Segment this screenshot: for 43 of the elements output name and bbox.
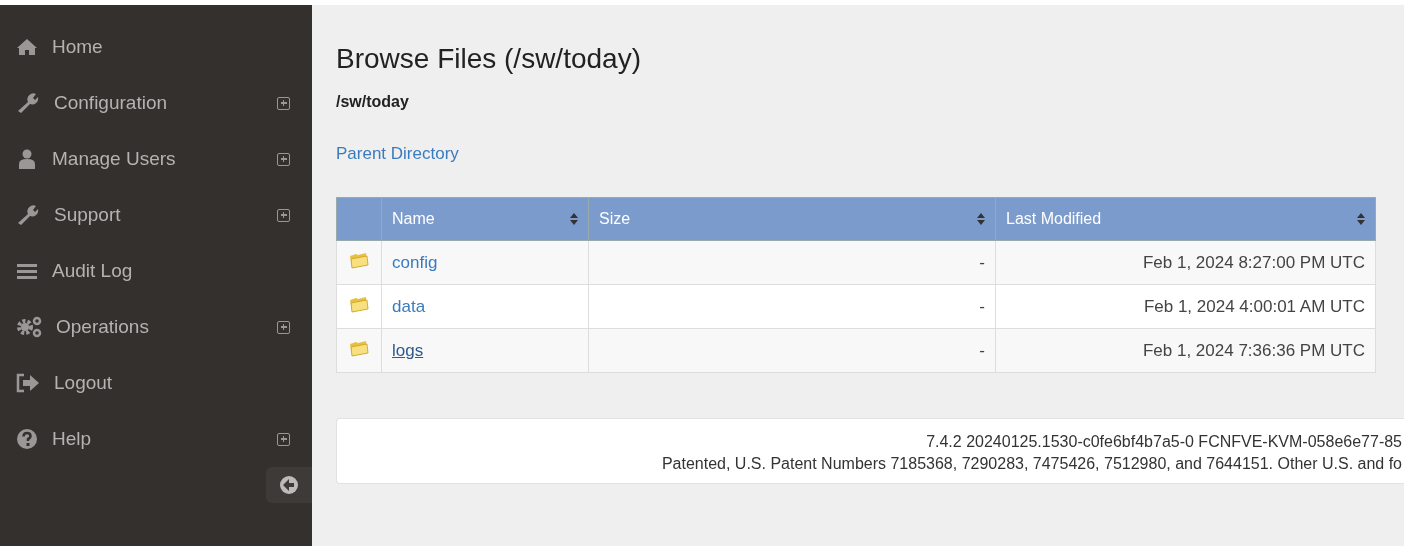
sort-icon bbox=[570, 213, 578, 225]
sort-icon bbox=[977, 213, 985, 225]
menu-icon bbox=[16, 262, 38, 280]
version-text: 7.4.2 20240125.1530-c0fe6bf4b7a5-0 FCNFVE-KVM-058e6e77-85 bbox=[926, 433, 1402, 451]
sidebar-item[interactable]: Support bbox=[0, 187, 312, 243]
gears-icon bbox=[16, 316, 42, 338]
size-text: - bbox=[979, 296, 985, 316]
home-icon bbox=[16, 38, 38, 56]
table-header bbox=[336, 197, 382, 241]
size-text: - bbox=[979, 340, 985, 360]
modified-date: Feb 1, 2024 8:27:00 PM UTC bbox=[1142, 252, 1365, 272]
expand-icon[interactable] bbox=[277, 96, 290, 110]
folder-icon bbox=[349, 295, 369, 313]
sidebar-item[interactable]: Manage Users bbox=[0, 131, 312, 187]
collapse-button[interactable] bbox=[266, 467, 312, 503]
folder-link[interactable]: config bbox=[392, 252, 438, 272]
folder-link[interactable]: logs bbox=[392, 340, 424, 360]
expand-icon[interactable] bbox=[277, 208, 290, 222]
expand-icon[interactable] bbox=[277, 432, 290, 446]
sidebar-item[interactable]: Home bbox=[0, 19, 312, 75]
wrench-icon bbox=[16, 92, 40, 114]
sidebar-item[interactable]: Audit Log bbox=[0, 243, 312, 299]
patent-text: Patented, U.S. Patent Numbers 7185368, 7290283, 7475426, 7512980, and 7644151. Other U.S. and fo bbox=[661, 455, 1402, 473]
wrench-icon bbox=[16, 204, 40, 226]
help-icon bbox=[16, 428, 38, 450]
current-path: /sw/today bbox=[336, 93, 409, 111]
folder-icon bbox=[349, 339, 369, 357]
folder-link[interactable]: data bbox=[392, 296, 426, 316]
user-icon bbox=[16, 149, 38, 169]
page-title: Browse Files (/sw/today) bbox=[336, 43, 641, 75]
logout-icon bbox=[16, 373, 40, 393]
size-text: - bbox=[979, 252, 985, 272]
sidebar-item[interactable]: Configuration bbox=[0, 75, 312, 131]
expand-icon[interactable] bbox=[277, 320, 290, 334]
sidebar-item[interactable]: Logout bbox=[0, 355, 312, 411]
parent-directory-link[interactable]: Parent Directory bbox=[336, 144, 459, 164]
sort-icon bbox=[1357, 213, 1365, 225]
folder-icon bbox=[349, 251, 369, 269]
sidebar-item[interactable]: Operations bbox=[0, 299, 312, 355]
modified-date: Feb 1, 2024 4:00:01 AM UTC bbox=[1143, 296, 1365, 316]
expand-icon[interactable] bbox=[277, 152, 290, 166]
modified-date: Feb 1, 2024 7:36:36 PM UTC bbox=[1142, 340, 1365, 360]
sidebar-item[interactable]: Help bbox=[0, 411, 312, 467]
